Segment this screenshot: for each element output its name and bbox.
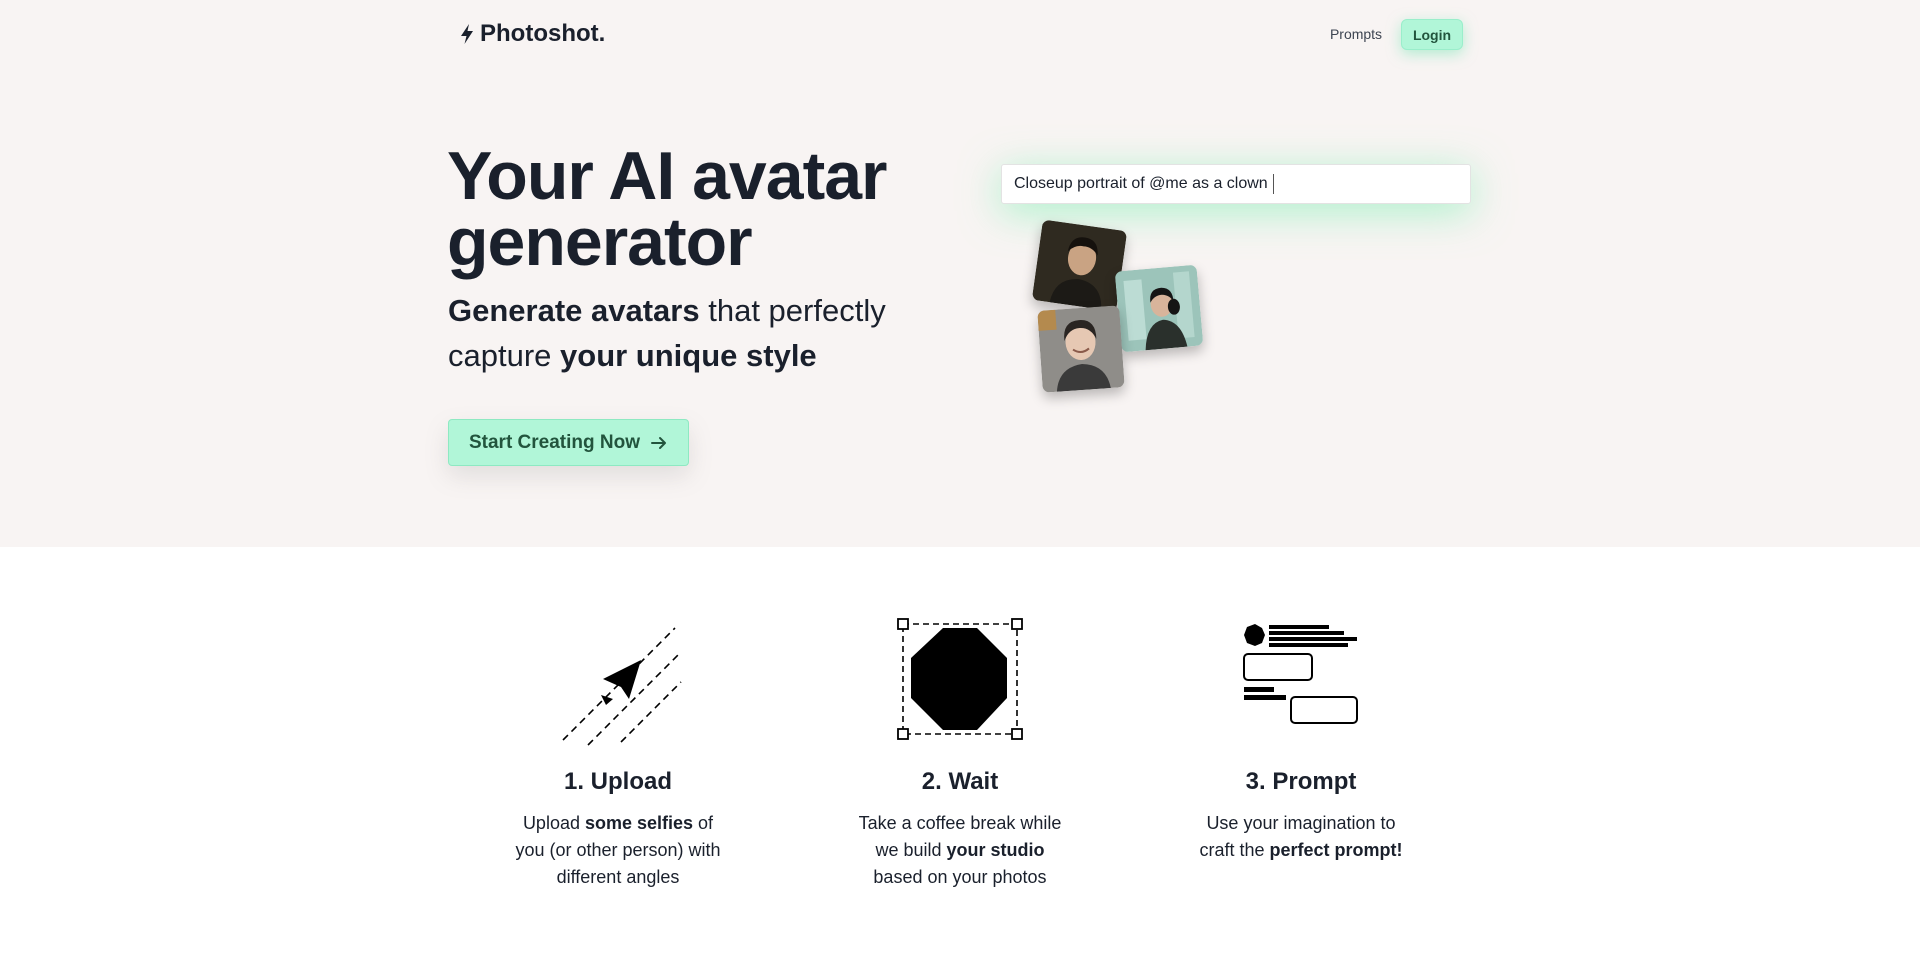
- step-title: 2. Wait: [921, 768, 999, 795]
- avatar-image-man: [1031, 219, 1128, 312]
- nav-prompts-link[interactable]: Prompts: [1316, 21, 1396, 47]
- hero-title-line1: Your AI avatar: [447, 138, 887, 214]
- arrow-right-icon: [651, 436, 667, 449]
- step-desc-bold: some selfies: [584, 813, 694, 833]
- step-prompt: 3. Prompt Use your imagination to craft …: [1191, 616, 1411, 864]
- paper-plane-icon: [562, 627, 682, 746]
- logo[interactable]: Photoshot.: [458, 18, 605, 50]
- avatar-image-woman-smile: [1037, 305, 1125, 393]
- step-upload: 1. Upload Upload some selfies of you (or…: [508, 616, 728, 891]
- step-desc-bold: your studio: [946, 840, 1045, 860]
- octagon-selection-icon: [897, 618, 1023, 740]
- start-creating-label: Start Creating Now: [468, 431, 641, 453]
- login-button[interactable]: Login: [1401, 19, 1463, 50]
- hero-subtitle: Generate avatars that perfectly capture …: [448, 288, 928, 378]
- step-title: 3. Prompt: [1245, 768, 1357, 795]
- step-description: Take a coffee break while we build your …: [855, 810, 1065, 891]
- prompt-demo-input: Closeup portrait of @me as a clown: [1001, 164, 1471, 204]
- text-caret: [1272, 174, 1274, 194]
- hero-title-line2: generator: [447, 204, 753, 280]
- step-description: Use your imagination to craft the perfec…: [1196, 810, 1406, 864]
- prompt-layout-icon: [1243, 624, 1358, 724]
- hero-subtitle-bold-1: Generate avatars: [448, 293, 700, 328]
- step-title: 1. Upload: [563, 768, 672, 795]
- prompt-demo-text: Closeup portrait of @me as a clown: [1014, 175, 1268, 192]
- logo-text: Photoshot.: [480, 20, 606, 47]
- step-description: Upload some selfies of you (or other per…: [513, 810, 723, 891]
- step-wait: 2. Wait Take a coffee break while we bui…: [850, 616, 1070, 891]
- step-desc-text: Upload: [522, 813, 585, 833]
- hero-title: Your AI avatar generator: [447, 142, 967, 276]
- step-desc-bold: perfect prompt!: [1269, 840, 1403, 860]
- step-desc-text: based on your photos: [873, 867, 1047, 887]
- avatar-image-woman-side: [1114, 264, 1204, 353]
- lightning-bolt-icon: [461, 24, 473, 44]
- hero-subtitle-bold-2: your unique style: [560, 338, 817, 373]
- start-creating-button[interactable]: Start Creating Now: [448, 419, 689, 466]
